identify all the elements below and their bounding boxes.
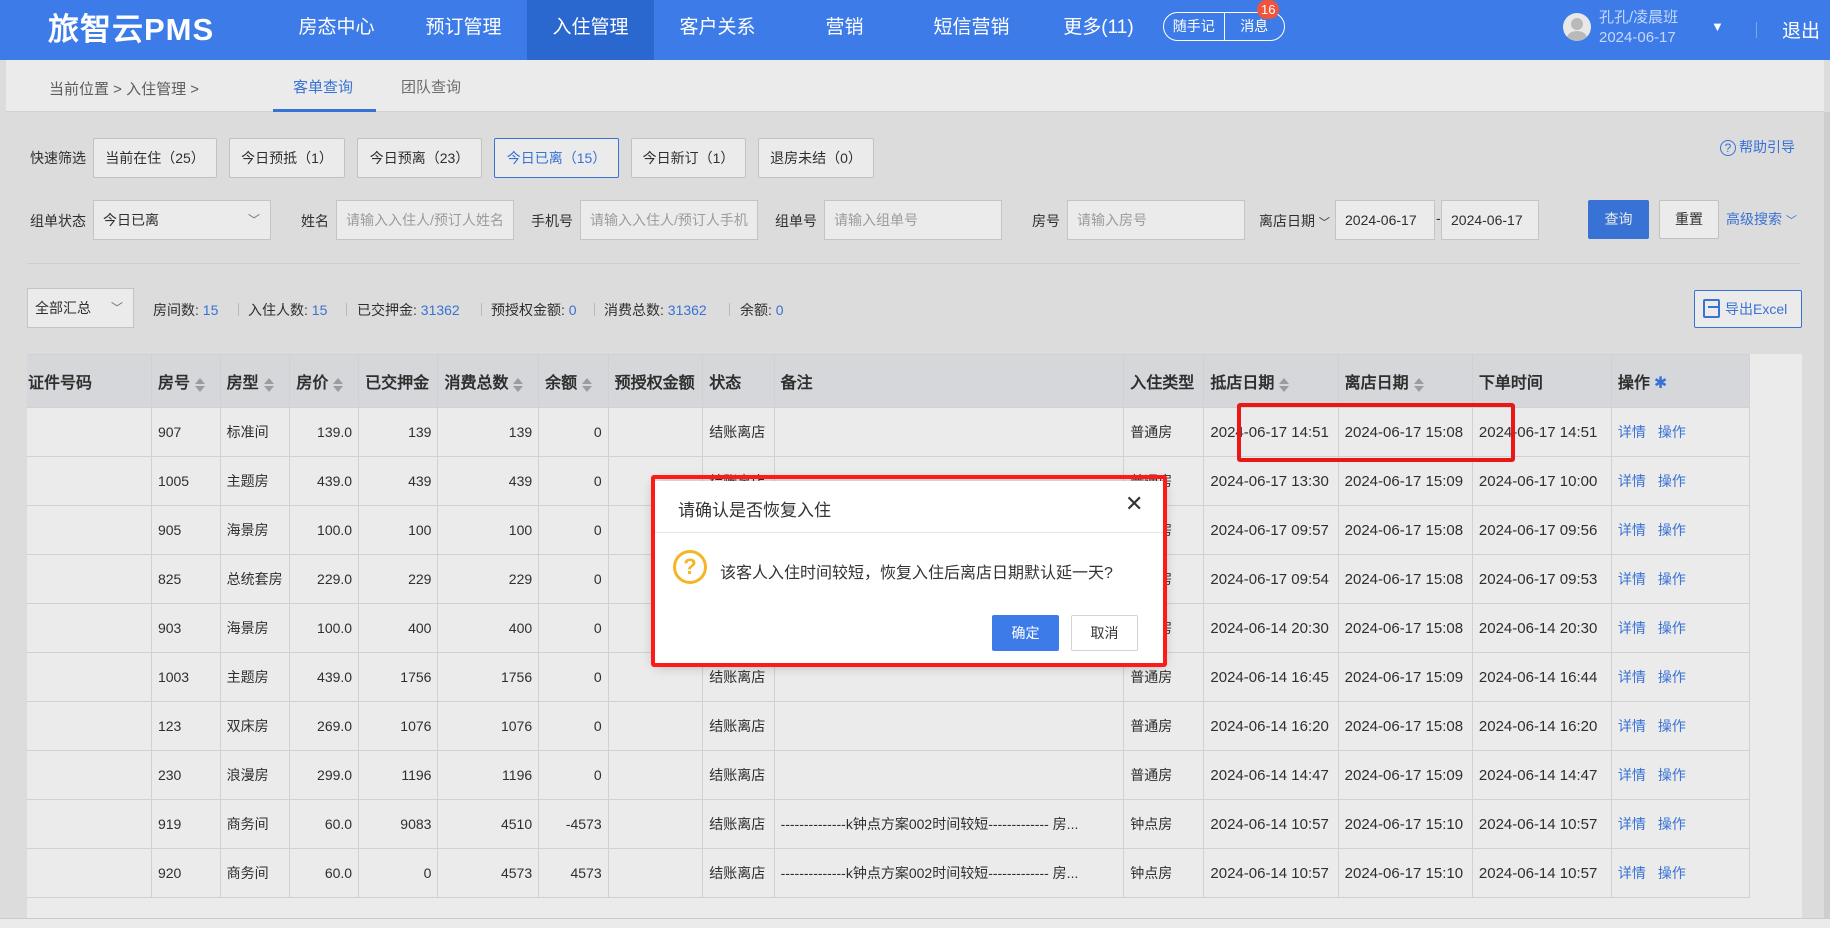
- business-date: 2024-06-17: [1599, 29, 1676, 46]
- chevron-down-icon[interactable]: ▼: [1711, 19, 1724, 34]
- nav-marketing[interactable]: 营销: [781, 0, 908, 60]
- nav-crm[interactable]: 客户关系: [654, 0, 781, 60]
- nav-reservations[interactable]: 预订管理: [400, 0, 527, 60]
- memo-button[interactable]: 随手记: [1164, 13, 1225, 40]
- avatar[interactable]: [1563, 13, 1591, 41]
- top-navbar: 旅智云PMS 房态中心 预订管理 入住管理 客户关系 营销 短信营销 更多(11…: [0, 0, 1830, 60]
- nav-more[interactable]: 更多(11): [1035, 0, 1162, 60]
- logout-button[interactable]: 退出: [1782, 16, 1820, 43]
- user-name[interactable]: 孔孔/凌晨班: [1599, 9, 1678, 27]
- divider: [1756, 22, 1757, 38]
- highlight-box: [651, 475, 1167, 667]
- nav-sms-marketing[interactable]: 短信营销: [908, 0, 1035, 60]
- message-count-badge: 16: [1257, 0, 1280, 19]
- nav-room-status[interactable]: 房态中心: [273, 0, 400, 60]
- app-logo: 旅智云PMS: [48, 12, 215, 47]
- nav-checkin[interactable]: 入住管理: [527, 0, 654, 60]
